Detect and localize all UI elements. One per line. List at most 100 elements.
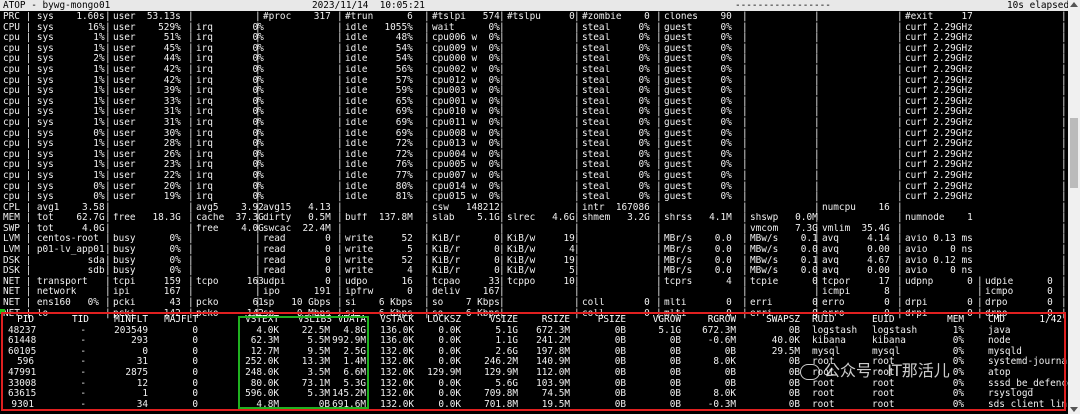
- column-separator: |: [255, 11, 261, 22]
- process-cell: 0B: [788, 398, 800, 410]
- stat-field: numnode 1: [905, 213, 973, 224]
- stat-field: user 33%: [113, 96, 181, 107]
- column-separator: |: [742, 116, 748, 128]
- stat-field: #exit 17: [905, 12, 973, 22]
- stat-field: buff 137.8M: [345, 213, 413, 224]
- process-row[interactable]: 48237-203549 0 4.0K 22.5M 4.8G 136.0K 0.0K 5.1G…: [0, 325, 1068, 337]
- stat-field: steal 0%: [582, 117, 650, 128]
- stat-field: tcpor 17: [822, 276, 890, 287]
- stat-field: avio 0.13 ms: [905, 234, 973, 245]
- process-row[interactable]: 9301-34 0 4.8M 0B 691.6M 132.0K 0.0K 701.8M 19.5…: [0, 398, 1068, 411]
- stat-field: curf 2.29GHz: [905, 54, 973, 65]
- column-separator: |: [897, 63, 903, 75]
- system-stat-line: NET | transport tcpi 159 | tcpo 163 | udpi 0 |…: [0, 276, 1068, 288]
- stat-field: si 6 Kbps: [345, 298, 413, 309]
- system-stat-line: NET | ens160 0% pcki 43 | pcko 61 | sp 10 Gbp…: [0, 297, 1068, 309]
- column-header: SWAPSZ: [766, 314, 800, 325]
- stat-field: avio 0 ns: [905, 245, 973, 256]
- stat-field: idle 76%: [345, 160, 413, 171]
- stat-field: guest 0%: [664, 43, 732, 54]
- stat-field: idle 54%: [345, 43, 413, 54]
- column-header: RSIZE: [541, 314, 570, 325]
- process-row[interactable]: 61448-293 0 62.3M 5.5M 992.9M 136.0K 0.0K 1.1G 2…: [0, 336, 1068, 347]
- stat-field: user 44%: [113, 54, 181, 65]
- stat-field: LVM | p01-lv_app01: [3, 245, 105, 256]
- process-cell: 0: [192, 398, 198, 410]
- stat-field: clones 90: [664, 12, 732, 22]
- stat-field: cpu | sys 1%: [3, 33, 105, 44]
- column-header: VSTACK: [380, 314, 414, 325]
- stat-field: guest 0%: [664, 128, 732, 139]
- stat-field: tcppo 10: [507, 276, 575, 287]
- stat-field: steal 0%: [582, 170, 650, 181]
- scroll-up-arrow-icon[interactable]: [1070, 2, 1078, 7]
- stat-field: PRC | sys 1.60s: [3, 12, 105, 22]
- process-row[interactable]: 60105-0 0 12.7M 9.5M 2.5G 132.0K 0.0K 2.6G 197.8…: [0, 346, 1068, 358]
- column-separator: |: [814, 169, 820, 181]
- process-cell: 0: [192, 366, 198, 378]
- column-header: VSLIBS: [298, 314, 332, 325]
- column-header: VSTEXT: [245, 314, 279, 325]
- stat-field: ipi 167: [113, 287, 181, 298]
- stat-field: irq 0%: [196, 160, 264, 171]
- stat-field: KiB/r 0: [432, 245, 500, 256]
- stat-field: idle 77%: [345, 170, 413, 181]
- stat-field: guest 0%: [664, 33, 732, 44]
- stat-field: cpu | sys 0%: [3, 192, 105, 203]
- column-separator: |: [255, 116, 261, 128]
- process-cell: 47991: [8, 366, 37, 378]
- stat-field: MBr/s 0.0: [664, 245, 732, 256]
- column-separator: |: [656, 116, 662, 128]
- stat-field: irq 0%: [196, 149, 264, 160]
- stat-field: read 0: [263, 234, 331, 245]
- cursor-marker: [0, 309, 5, 314]
- stat-field: NET | network: [3, 287, 77, 298]
- vertical-scrollbar[interactable]: [1068, 0, 1080, 414]
- system-stat-line: MEM | tot 62.7G free 18.3G | cache 37.3G | di…: [0, 213, 1068, 224]
- stat-field: guest 0%: [664, 54, 732, 65]
- process-row[interactable]: 63615-1 0 596.0K 5.3M 145.2M 132.0K 0.0K 709.8M…: [0, 389, 1068, 400]
- column-header: VDATA: [337, 314, 366, 325]
- stat-field: guest 0%: [664, 86, 732, 97]
- stat-field: cache 37.3G: [196, 213, 264, 224]
- stat-field: NET | ens160 0%: [3, 298, 99, 309]
- stat-field: curf 2.29GHz: [905, 160, 973, 171]
- stat-field: cpu | sys 0%: [3, 128, 105, 139]
- column-separator: |: [255, 63, 261, 75]
- title-host: ATOP - bywg-mongo01: [3, 0, 111, 11]
- stat-field: write 4: [345, 266, 413, 277]
- stat-field: csw 148212: [432, 202, 500, 213]
- process-cell: 0B: [724, 366, 736, 378]
- process-cell: 0%: [952, 398, 964, 410]
- stat-field: curf 2.29GHz: [905, 96, 973, 107]
- stat-field: avq 4.67: [822, 255, 890, 266]
- stat-field: ipo 191: [263, 287, 331, 298]
- process-cell: atop: [988, 366, 1011, 378]
- stat-field: curf 2.29GHz: [905, 33, 973, 44]
- stat-field: idle 72%: [345, 149, 413, 160]
- stat-field: udpo 16: [345, 276, 413, 287]
- stat-field: MBr/s 0.0: [664, 255, 732, 266]
- process-cell: 0B: [788, 366, 800, 378]
- stat-field: cpu003 w 0%: [432, 86, 500, 97]
- column-separator: |: [337, 63, 343, 75]
- stat-field: pcki 43: [113, 298, 181, 309]
- column-separator: |: [814, 116, 820, 128]
- stat-field: DSK | sdb: [3, 266, 105, 277]
- watermark: 公众号 · IT那活儿: [800, 357, 950, 381]
- column-separator: |: [337, 169, 343, 181]
- system-stat-line: cpu | sys 0% user 19% | irq 0% | | idle 81% | cp…: [0, 191, 1068, 203]
- scrollbar-thumb[interactable]: [1070, 118, 1078, 188]
- stat-field: wait 0%: [432, 22, 500, 33]
- system-stat-line: NET | network ipi 167 | | ipo 191 | ipfrw 0 | de…: [0, 287, 1068, 298]
- process-cell: -: [80, 398, 86, 410]
- stat-field: MEM | tot 62.7G: [3, 213, 105, 224]
- stat-field: idle 69%: [345, 107, 413, 118]
- stat-field: idle 56%: [345, 64, 413, 75]
- stat-field: cpu009 w 0%: [432, 43, 500, 54]
- atop-title-bar: ATOP - bywg-mongo01 2023/11/14 10:05:21 …: [0, 0, 1069, 11]
- column-header: MEM: [947, 314, 964, 325]
- stat-field: free 18.3G: [113, 213, 181, 224]
- scroll-down-arrow-icon[interactable]: [1070, 407, 1078, 412]
- stat-field: guest 0%: [664, 170, 732, 181]
